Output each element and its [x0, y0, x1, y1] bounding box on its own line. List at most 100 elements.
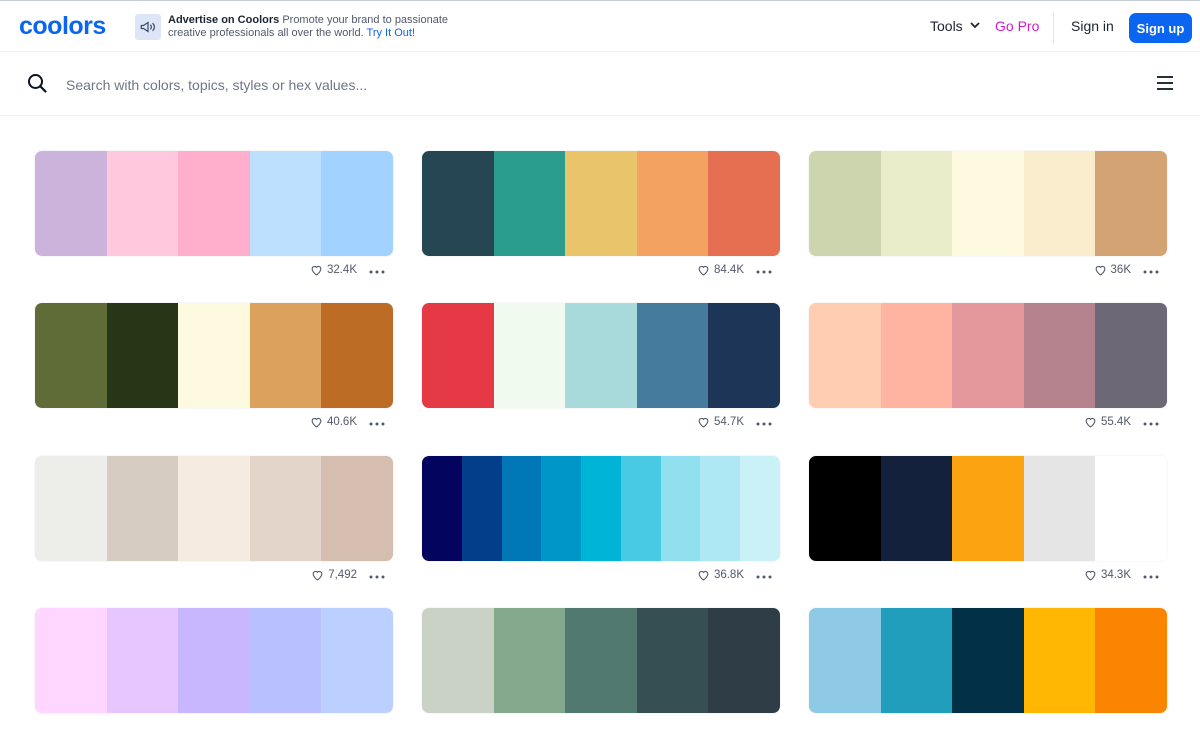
palette-card[interactable]: 7,492	[35, 456, 393, 586]
heart-icon[interactable]	[311, 569, 324, 581]
heart-icon[interactable]	[1084, 569, 1097, 581]
hamburger-menu-icon[interactable]	[1157, 76, 1173, 95]
color-swatch[interactable]	[1023, 456, 1096, 561]
palette-card[interactable]: 84.4K	[422, 151, 780, 281]
color-swatch[interactable]	[565, 303, 637, 408]
palette-card[interactable]: 34.3K	[809, 456, 1167, 586]
color-swatch[interactable]	[249, 456, 322, 561]
color-swatch[interactable]	[541, 456, 582, 561]
color-swatch[interactable]	[321, 303, 393, 408]
color-swatch[interactable]	[493, 608, 566, 713]
color-swatch[interactable]	[581, 456, 621, 561]
color-swatch[interactable]	[106, 456, 179, 561]
color-swatch[interactable]	[249, 608, 322, 713]
color-swatch[interactable]	[1095, 608, 1167, 713]
color-swatch[interactable]	[880, 608, 953, 713]
palette-swatches[interactable]	[35, 303, 393, 408]
color-swatch[interactable]	[952, 608, 1024, 713]
color-swatch[interactable]	[809, 608, 881, 713]
color-swatch[interactable]	[740, 456, 780, 561]
color-swatch[interactable]	[249, 151, 322, 256]
color-swatch[interactable]	[321, 608, 393, 713]
sign-up-button[interactable]: Sign up	[1129, 13, 1192, 43]
tools-menu[interactable]: Tools	[930, 18, 981, 34]
color-swatch[interactable]	[700, 456, 741, 561]
more-options-icon[interactable]	[369, 418, 385, 426]
color-swatch[interactable]	[952, 303, 1024, 408]
heart-icon[interactable]	[310, 416, 323, 428]
more-options-icon[interactable]	[756, 418, 772, 426]
color-swatch[interactable]	[461, 456, 502, 561]
color-swatch[interactable]	[880, 456, 953, 561]
color-swatch[interactable]	[1095, 303, 1167, 408]
palette-swatches[interactable]	[809, 303, 1167, 408]
color-swatch[interactable]	[178, 456, 250, 561]
more-options-icon[interactable]	[369, 571, 385, 579]
color-swatch[interactable]	[708, 303, 780, 408]
color-swatch[interactable]	[620, 456, 661, 561]
color-swatch[interactable]	[422, 456, 462, 561]
search-input[interactable]	[64, 72, 968, 98]
color-swatch[interactable]	[178, 151, 250, 256]
color-swatch[interactable]	[1095, 151, 1167, 256]
palette-swatches[interactable]	[422, 608, 780, 713]
color-swatch[interactable]	[321, 456, 393, 561]
color-swatch[interactable]	[565, 151, 637, 256]
heart-icon[interactable]	[1084, 416, 1097, 428]
color-swatch[interactable]	[422, 608, 494, 713]
ad-link[interactable]: Try It Out!	[367, 27, 416, 39]
color-swatch[interactable]	[660, 456, 701, 561]
color-swatch[interactable]	[1023, 151, 1096, 256]
more-options-icon[interactable]	[1143, 571, 1159, 579]
color-swatch[interactable]	[35, 456, 107, 561]
palette-swatches[interactable]	[35, 456, 393, 561]
palette-card[interactable]: 40.6K	[35, 303, 393, 433]
coolors-logo[interactable]: coolors	[19, 12, 106, 41]
color-swatch[interactable]	[565, 608, 637, 713]
more-options-icon[interactable]	[756, 266, 772, 274]
color-swatch[interactable]	[249, 303, 322, 408]
palette-swatches[interactable]	[422, 151, 780, 256]
color-swatch[interactable]	[952, 456, 1024, 561]
palette-swatches[interactable]	[809, 608, 1167, 713]
heart-icon[interactable]	[1094, 264, 1107, 276]
color-swatch[interactable]	[636, 608, 709, 713]
advertisement-banner[interactable]: Advertise on Coolors Promote your brand …	[135, 13, 465, 43]
palette-card[interactable]: 55.4K	[809, 303, 1167, 433]
color-swatch[interactable]	[1023, 608, 1096, 713]
color-swatch[interactable]	[422, 151, 494, 256]
color-swatch[interactable]	[1095, 456, 1167, 561]
palette-swatches[interactable]	[422, 456, 780, 561]
more-options-icon[interactable]	[369, 266, 385, 274]
more-options-icon[interactable]	[1143, 418, 1159, 426]
palette-card[interactable]	[422, 608, 780, 738]
color-swatch[interactable]	[880, 151, 953, 256]
color-swatch[interactable]	[809, 303, 881, 408]
color-swatch[interactable]	[106, 303, 179, 408]
color-swatch[interactable]	[952, 151, 1024, 256]
palette-swatches[interactable]	[809, 151, 1167, 256]
sign-in-link[interactable]: Sign in	[1071, 18, 1114, 34]
more-options-icon[interactable]	[1143, 266, 1159, 274]
color-swatch[interactable]	[501, 456, 542, 561]
heart-icon[interactable]	[697, 264, 710, 276]
palette-swatches[interactable]	[35, 151, 393, 256]
color-swatch[interactable]	[809, 151, 881, 256]
heart-icon[interactable]	[310, 264, 323, 276]
palette-swatches[interactable]	[35, 608, 393, 713]
color-swatch[interactable]	[178, 608, 250, 713]
color-swatch[interactable]	[493, 151, 566, 256]
palette-card[interactable]	[809, 608, 1167, 738]
color-swatch[interactable]	[321, 151, 393, 256]
palette-card[interactable]: 36K	[809, 151, 1167, 281]
palette-card[interactable]	[35, 608, 393, 738]
color-swatch[interactable]	[708, 151, 780, 256]
palette-card[interactable]: 54.7K	[422, 303, 780, 433]
color-swatch[interactable]	[106, 151, 179, 256]
search-icon[interactable]	[27, 73, 47, 98]
palette-swatches[interactable]	[809, 456, 1167, 561]
heart-icon[interactable]	[697, 569, 710, 581]
color-swatch[interactable]	[708, 608, 780, 713]
color-swatch[interactable]	[636, 151, 709, 256]
color-swatch[interactable]	[809, 456, 881, 561]
